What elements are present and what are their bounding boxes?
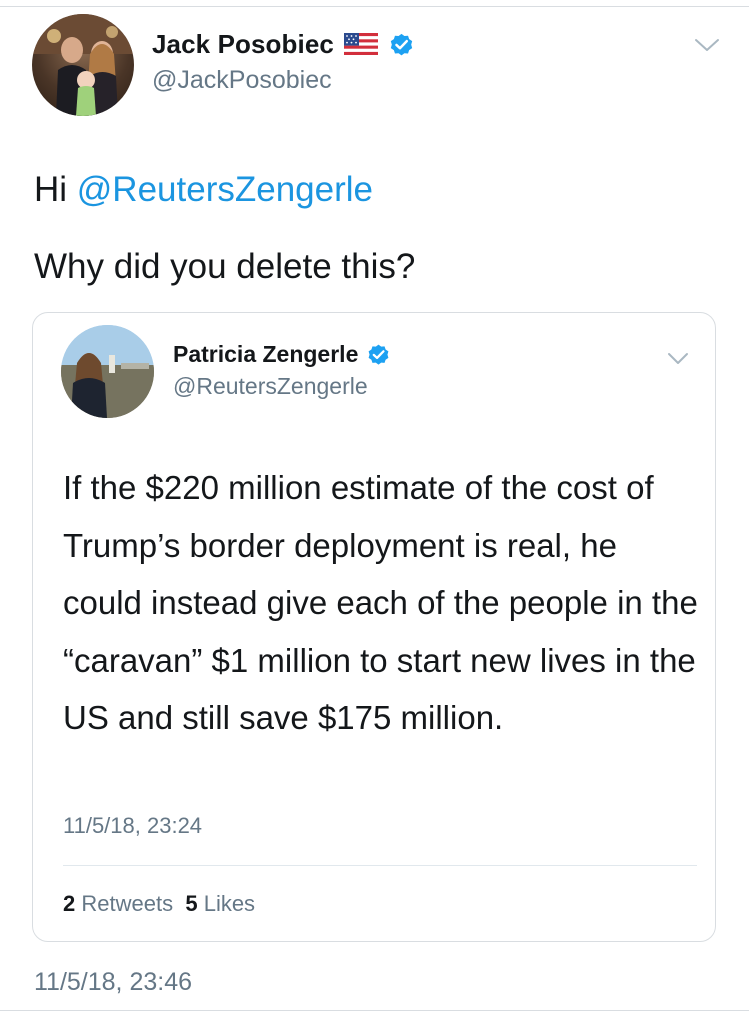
author-handle[interactable]: @JackPosobiec bbox=[152, 66, 332, 95]
quoted-tweet-stats: 2 Retweets 5 Likes bbox=[63, 891, 255, 917]
author-name-row: Jack Posobiec bbox=[152, 28, 415, 60]
chevron-down-icon[interactable] bbox=[694, 36, 720, 54]
quoted-tweet-timestamp[interactable]: 11/5/18, 23:24 bbox=[63, 813, 202, 839]
likes-label[interactable]: Likes bbox=[204, 891, 255, 916]
verified-badge-icon bbox=[366, 342, 391, 367]
quoted-tweet-text: If the $220 million estimate of the cost… bbox=[63, 469, 698, 736]
us-flag-icon bbox=[343, 33, 378, 55]
author-display-name[interactable]: Jack Posobiec bbox=[152, 29, 334, 60]
verified-badge-icon bbox=[388, 31, 415, 58]
bottom-divider bbox=[0, 1010, 749, 1011]
quoted-author-avatar[interactable] bbox=[61, 325, 154, 418]
mention-link[interactable]: @ReutersZengerle bbox=[77, 170, 373, 209]
quoted-author-display-name[interactable]: Patricia Zengerle bbox=[173, 341, 358, 368]
retweets-count[interactable]: 2 bbox=[63, 891, 75, 916]
tweet-timestamp[interactable]: 11/5/18, 23:46 bbox=[34, 968, 192, 997]
quoted-tweet-divider bbox=[63, 865, 697, 866]
chevron-down-icon[interactable] bbox=[667, 351, 689, 366]
quoted-author-handle[interactable]: @ReutersZengerle bbox=[173, 373, 368, 400]
tweet-text-line2: Why did you delete this? bbox=[34, 247, 416, 286]
greeting-text: Hi bbox=[34, 170, 77, 209]
likes-count[interactable]: 5 bbox=[185, 891, 197, 916]
tweet-text-line1: Hi @ReutersZengerle bbox=[34, 170, 373, 210]
retweets-label[interactable]: Retweets bbox=[81, 891, 173, 916]
top-divider bbox=[0, 6, 749, 7]
quoted-author-name-row: Patricia Zengerle bbox=[173, 339, 391, 369]
author-avatar[interactable] bbox=[32, 14, 134, 116]
quoted-tweet-card[interactable]: Patricia Zengerle @ReutersZengerle If th… bbox=[32, 312, 716, 942]
